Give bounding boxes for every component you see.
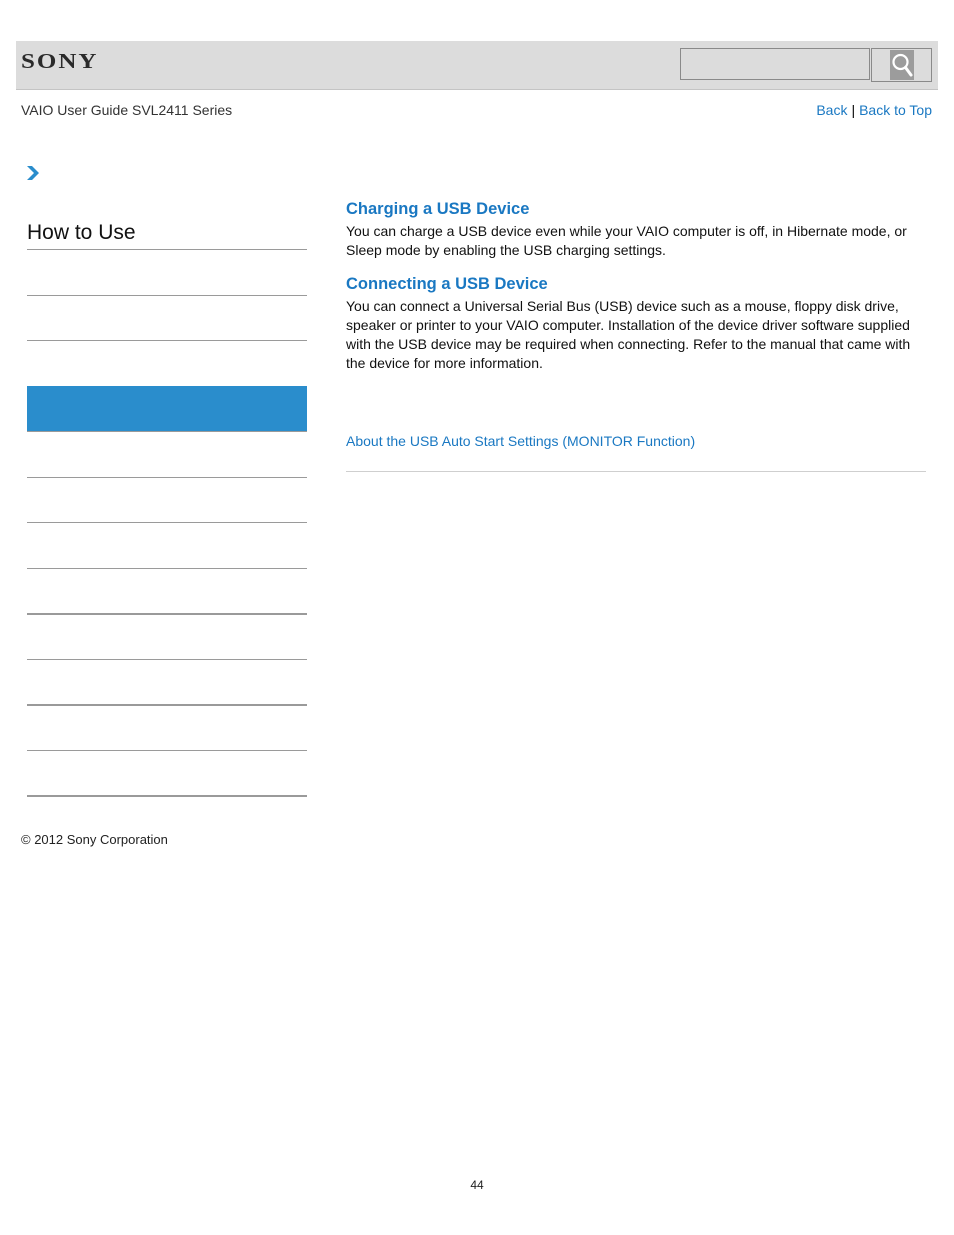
section-title-link[interactable]: Connecting a USB Device — [346, 274, 926, 294]
section-connecting: Connecting a USB Device You can connect … — [346, 274, 926, 372]
sidebar-item-4[interactable] — [27, 477, 307, 478]
section-body: You can charge a USB device even while y… — [346, 223, 907, 258]
sidebar-item-1[interactable] — [27, 295, 307, 296]
sidebar-item-10[interactable] — [27, 750, 307, 751]
section-charging: Charging a USB Device You can charge a U… — [346, 199, 926, 259]
sidebar-item-5[interactable] — [27, 522, 307, 523]
sidebar-item-9[interactable] — [27, 704, 307, 706]
sidebar-title: How to Use — [27, 221, 136, 244]
sidebar-item-11[interactable] — [27, 795, 307, 797]
sidebar-item-active[interactable] — [27, 386, 307, 432]
content-divider — [346, 471, 926, 472]
sony-logo[interactable]: SONY — [21, 50, 98, 74]
link-separator: | — [851, 102, 856, 118]
sidebar-item-6[interactable] — [27, 568, 307, 569]
search-button[interactable] — [871, 48, 932, 82]
search-input[interactable] — [680, 48, 870, 80]
related-topic-link[interactable]: About the USB Auto Start Settings (MONIT… — [346, 433, 695, 449]
main-content: Charging a USB Device You can charge a U… — [346, 199, 926, 372]
copyright: © 2012 Sony Corporation — [21, 832, 168, 847]
back-to-top-link[interactable]: Back to Top — [859, 102, 932, 118]
sidebar-divider — [27, 249, 307, 250]
section-title-link[interactable]: Charging a USB Device — [346, 199, 926, 219]
back-link[interactable]: Back — [816, 102, 847, 118]
sidebar-item-7[interactable] — [27, 613, 307, 615]
sidebar-item-2[interactable] — [27, 340, 307, 341]
sidebar-item-8[interactable] — [27, 659, 307, 660]
page-number: 44 — [470, 1178, 484, 1192]
breadcrumb-chevron-icon[interactable] — [26, 165, 40, 186]
section-body: You can connect a Universal Serial Bus (… — [346, 298, 911, 371]
top-links: Back | Back to Top — [816, 102, 932, 118]
guide-title: VAIO User Guide SVL2411 Series — [21, 102, 233, 118]
search-icon — [889, 50, 914, 80]
